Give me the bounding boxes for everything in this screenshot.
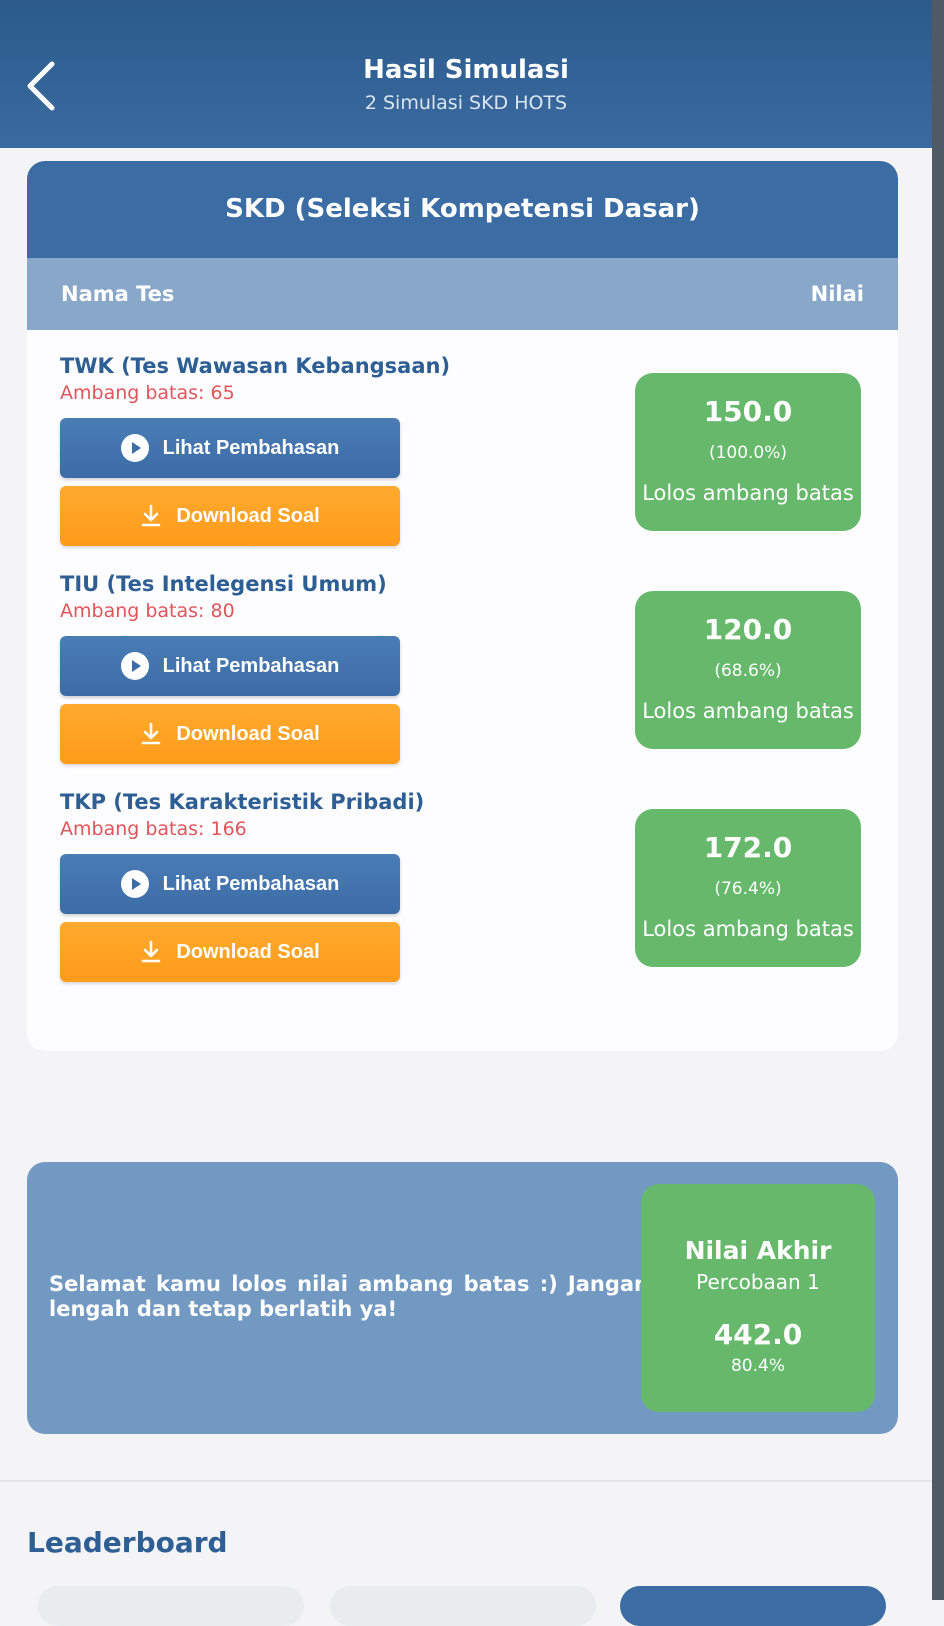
- final-score-title: Nilai Akhir: [684, 1236, 832, 1265]
- score-status: Lolos ambang batas: [642, 699, 854, 723]
- app-header: Hasil Simulasi 2 Simulasi SKD HOTS: [0, 0, 932, 148]
- test-name: TWK (Tes Wawasan Kebangsaan): [60, 354, 451, 378]
- score-percent: (76.4%): [714, 879, 782, 899]
- review-button-label: Lihat Pembahasan: [162, 436, 340, 459]
- section-divider: [0, 1480, 932, 1482]
- score-status: Lolos ambang batas: [642, 917, 854, 941]
- screen-edge: [932, 0, 944, 1600]
- score-box: 172.0 (76.4%) Lolos ambang batas: [635, 809, 861, 967]
- leaderboard-title: Leaderboard: [27, 1526, 228, 1559]
- test-threshold: Ambang batas: 166: [60, 818, 247, 840]
- download-icon: [140, 504, 162, 528]
- download-icon: [140, 722, 162, 746]
- score-box: 120.0 (68.6%) Lolos ambang batas: [635, 591, 861, 749]
- final-score-value: 442.0: [713, 1318, 803, 1351]
- test-row-tiu: TIU (Tes Intelegensi Umum) Ambang batas:…: [27, 572, 898, 782]
- review-button[interactable]: Lihat Pembahasan: [60, 854, 400, 914]
- score-percent: (100.0%): [708, 443, 788, 463]
- download-button-label: Download Soal: [176, 504, 320, 527]
- leaderboard-tab-1[interactable]: [38, 1586, 304, 1626]
- table-header: Nama Tes Nilai: [27, 258, 898, 330]
- page-subtitle: 2 Simulasi SKD HOTS: [364, 92, 568, 114]
- test-name: TIU (Tes Intelegensi Umum): [60, 572, 387, 596]
- score-value: 120.0: [703, 613, 793, 646]
- test-row-twk: TWK (Tes Wawasan Kebangsaan) Ambang bata…: [27, 354, 898, 564]
- results-card: SKD (Seleksi Kompetensi Dasar) Nama Tes …: [27, 161, 898, 1051]
- download-button-label: Download Soal: [176, 940, 320, 963]
- play-circle-icon: [120, 870, 149, 898]
- test-threshold: Ambang batas: 65: [60, 382, 235, 404]
- score-percent: (68.6%): [714, 661, 782, 681]
- leaderboard-tab-3[interactable]: [620, 1586, 886, 1626]
- download-button[interactable]: Download Soal: [60, 486, 400, 546]
- play-circle-icon: [120, 652, 149, 680]
- column-name-header: Nama Tes: [61, 282, 175, 306]
- review-button-label: Lihat Pembahasan: [162, 872, 340, 895]
- score-value: 150.0: [703, 395, 793, 428]
- congrats-message: Selamat kamu lolos nilai ambang batas :)…: [49, 1272, 649, 1321]
- download-icon: [140, 940, 162, 964]
- final-score-percent: 80.4%: [730, 1356, 785, 1376]
- test-threshold: Ambang batas: 80: [60, 600, 235, 622]
- test-name: TKP (Tes Karakteristik Pribadi): [60, 790, 425, 814]
- review-button[interactable]: Lihat Pembahasan: [60, 418, 400, 478]
- final-score-box: Nilai Akhir Percobaan 1 442.0 80.4%: [641, 1184, 875, 1412]
- review-button[interactable]: Lihat Pembahasan: [60, 636, 400, 696]
- download-button[interactable]: Download Soal: [60, 922, 400, 982]
- download-button-label: Download Soal: [176, 722, 320, 745]
- play-circle-icon: [120, 434, 149, 462]
- score-box: 150.0 (100.0%) Lolos ambang batas: [635, 373, 861, 531]
- download-button[interactable]: Download Soal: [60, 704, 400, 764]
- leaderboard-tab-2[interactable]: [330, 1586, 596, 1626]
- test-row-tkp: TKP (Tes Karakteristik Pribadi) Ambang b…: [27, 790, 898, 1000]
- score-status: Lolos ambang batas: [642, 481, 854, 505]
- column-score-header: Nilai: [810, 282, 864, 306]
- final-result-card: Selamat kamu lolos nilai ambang batas :)…: [27, 1162, 898, 1434]
- attempt-label: Percobaan 1: [696, 1270, 820, 1294]
- page-title: Hasil Simulasi: [363, 55, 569, 85]
- review-button-label: Lihat Pembahasan: [162, 654, 340, 677]
- score-value: 172.0: [703, 831, 793, 864]
- card-title: SKD (Seleksi Kompetensi Dasar): [27, 161, 898, 258]
